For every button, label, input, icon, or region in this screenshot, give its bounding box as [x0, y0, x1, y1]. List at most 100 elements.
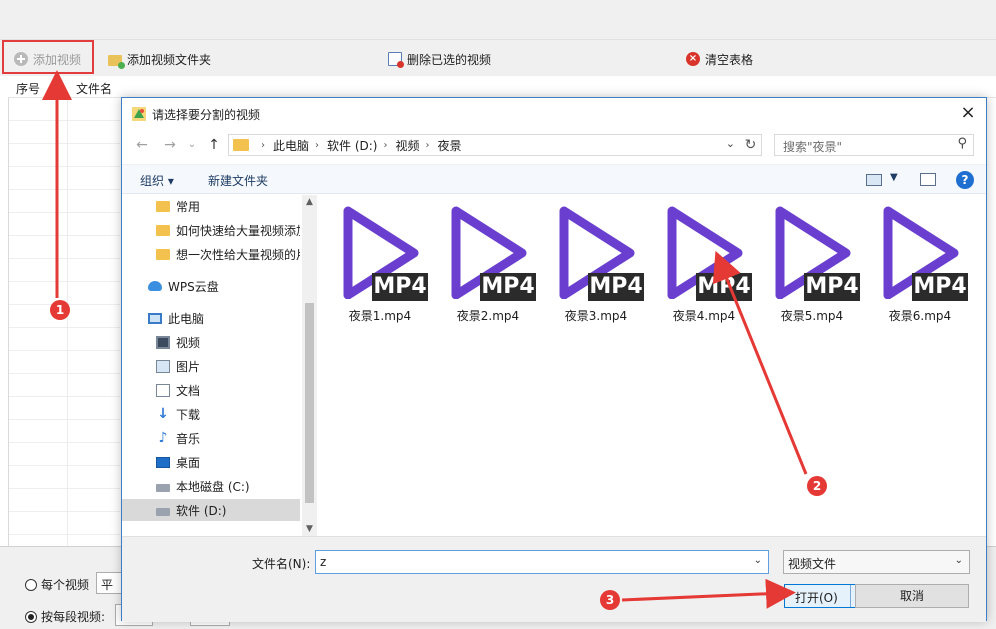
nav-item-drive-c[interactable]: 本地磁盘 (C:) — [122, 475, 300, 497]
nav-item-videos[interactable]: 视频 — [122, 331, 300, 353]
file-name: 夜景2.mp4 — [456, 309, 520, 323]
search-placeholder: 搜索"夜景" — [783, 140, 843, 154]
address-chevron-icon[interactable]: › — [261, 140, 265, 151]
address-dropdown-icon[interactable]: ⌄ — [726, 137, 735, 150]
delete-selected-button[interactable]: 删除已选的视频 — [382, 48, 498, 70]
nav-item-documents[interactable]: 文档 — [122, 379, 300, 401]
dialog-footer: 文件名(N): z ⌄ 视频文件 ⌄ 打开(O) ▼ 取消 — [122, 536, 986, 622]
file-item[interactable]: MP4 夜景6.mp4 — [868, 203, 972, 323]
mp4-badge: MP4 — [912, 273, 968, 301]
address-bar[interactable]: › 此电脑 › 软件 (D:) › 视频 › 夜景 ⌄ — [228, 134, 762, 156]
file-item[interactable]: MP4 夜景3.mp4 — [544, 203, 648, 323]
step-badge-2: 2 — [807, 476, 827, 496]
open-label: 打开(O) — [795, 591, 838, 605]
nav-item-label: 此电脑 — [168, 311, 205, 326]
file-item[interactable]: MP4 夜景5.mp4 — [760, 203, 864, 323]
scroll-down-icon[interactable]: ▼ — [302, 524, 317, 534]
address-chevron-icon[interactable]: › — [383, 140, 387, 151]
filename-input[interactable]: z ⌄ — [315, 550, 769, 574]
dialog-titlebar: 请选择要分割的视频 × — [122, 98, 986, 130]
up-arrow-icon[interactable]: ↑ — [204, 135, 224, 155]
nav-item-label: 本地磁盘 (C:) — [176, 479, 250, 494]
each-video-radio[interactable] — [25, 578, 37, 591]
col-filename-header[interactable]: 文件名 — [76, 80, 112, 97]
mp4-badge: MP4 — [588, 273, 644, 301]
computer-icon — [148, 312, 162, 324]
app-logo-icon — [132, 107, 146, 121]
nav-item-pictures[interactable]: 图片 — [122, 355, 300, 377]
nav-item-label: WPS云盘 — [168, 279, 219, 294]
scroll-up-icon[interactable]: ▲ — [302, 197, 317, 207]
app-title-area — [0, 0, 996, 40]
folder-icon — [156, 224, 170, 236]
breadcrumb-this-pc[interactable]: 此电脑 — [273, 137, 309, 154]
folder-icon — [156, 200, 170, 212]
refresh-icon[interactable]: ↻ — [740, 134, 762, 156]
view-dropdown-icon[interactable]: ▼ — [890, 172, 898, 183]
delete-icon — [388, 52, 404, 68]
dialog-close-button[interactable]: × — [956, 102, 980, 126]
nav-item-music[interactable]: ♪ 音乐 — [122, 427, 300, 449]
search-icon: ⚲ — [957, 136, 967, 151]
navigation-pane: 常用 如何快速给大量视频添加 想一次性给大量视频的片 WPS云盘 此电脑 视频 … — [122, 195, 302, 536]
by-segment-label: 按每段视频: — [41, 610, 106, 624]
disk-icon — [156, 484, 170, 492]
nav-item-desktop[interactable]: 桌面 — [122, 451, 300, 473]
back-arrow-icon[interactable]: ← — [132, 135, 152, 155]
nav-item-drive-d[interactable]: 软件 (D:) — [122, 499, 300, 521]
video-table[interactable] — [8, 98, 120, 546]
nav-item-this-pc[interactable]: 此电脑 — [122, 307, 300, 329]
pictures-icon — [156, 359, 170, 373]
help-icon[interactable]: ? — [956, 171, 974, 189]
file-item[interactable]: MP4 夜景4.mp4 — [652, 203, 756, 323]
file-item[interactable]: MP4 夜景1.mp4 — [328, 203, 432, 323]
nav-item-label: 如何快速给大量视频添加 — [176, 223, 300, 238]
clear-table-label: 清空表格 — [705, 52, 754, 67]
breadcrumb-video[interactable]: 视频 — [395, 137, 419, 154]
preview-pane-icon[interactable] — [920, 173, 936, 186]
filename-value: z — [320, 555, 327, 569]
nav-item-common[interactable]: 常用 — [122, 195, 300, 217]
each-video-label: 每个视频 — [41, 578, 90, 592]
file-item[interactable]: MP4 夜景2.mp4 — [436, 203, 540, 323]
nav-item-label: 桌面 — [176, 455, 201, 470]
cloud-icon — [148, 281, 162, 291]
nav-item-folder-2[interactable]: 想一次性给大量视频的片 — [122, 243, 300, 265]
col-index-header[interactable]: 序号 — [16, 80, 40, 97]
file-name: 夜景6.mp4 — [888, 309, 952, 323]
view-options-icon[interactable] — [866, 174, 882, 186]
organize-menu[interactable]: 组织 ▾ — [140, 172, 174, 189]
nav-item-downloads[interactable]: ↓ 下载 — [122, 403, 300, 425]
clear-table-button[interactable]: × 清空表格 — [680, 48, 760, 70]
address-chevron-icon[interactable]: › — [426, 140, 430, 151]
nav-item-label: 软件 (D:) — [176, 503, 227, 518]
breadcrumb-night-scene[interactable]: 夜景 — [438, 137, 462, 154]
nav-item-label: 下载 — [176, 407, 201, 422]
search-input[interactable]: 搜索"夜景" ⚲ — [774, 134, 974, 156]
mp4-badge: MP4 — [480, 273, 536, 301]
navigation-scrollbar[interactable]: ▲ ▼ — [302, 195, 317, 536]
each-video-option[interactable]: 每个视频 — [25, 576, 89, 593]
new-folder-button[interactable]: 新建文件夹 — [208, 172, 268, 189]
add-folder-button[interactable]: 添加视频文件夹 — [102, 48, 218, 70]
filetype-select[interactable]: 视频文件 ⌄ — [783, 550, 970, 574]
command-bar: 组织 ▾ 新建文件夹 ▼ ? — [122, 164, 986, 194]
nav-item-label: 文档 — [176, 383, 201, 398]
file-name: 夜景4.mp4 — [672, 309, 736, 323]
by-segment-option[interactable]: 按每段视频: — [25, 608, 105, 625]
scrollbar-thumb[interactable] — [305, 303, 314, 503]
documents-icon — [156, 383, 170, 397]
recent-dropdown-icon[interactable]: ⌄ — [182, 135, 202, 155]
cancel-button[interactable]: 取消 — [855, 584, 969, 608]
nav-item-folder-1[interactable]: 如何快速给大量视频添加 — [122, 219, 300, 241]
nav-item-wps-cloud[interactable]: WPS云盘 — [122, 275, 300, 297]
breadcrumb-drive-d[interactable]: 软件 (D:) — [327, 137, 377, 154]
add-video-highlight — [2, 40, 94, 74]
forward-arrow-icon[interactable]: → — [160, 135, 180, 155]
disk-icon — [156, 508, 170, 516]
mp4-badge: MP4 — [372, 273, 428, 301]
clear-icon: × — [686, 52, 700, 66]
address-chevron-icon[interactable]: › — [315, 140, 319, 151]
by-segment-radio[interactable] — [25, 610, 37, 623]
filename-dropdown-icon[interactable]: ⌄ — [754, 555, 762, 566]
